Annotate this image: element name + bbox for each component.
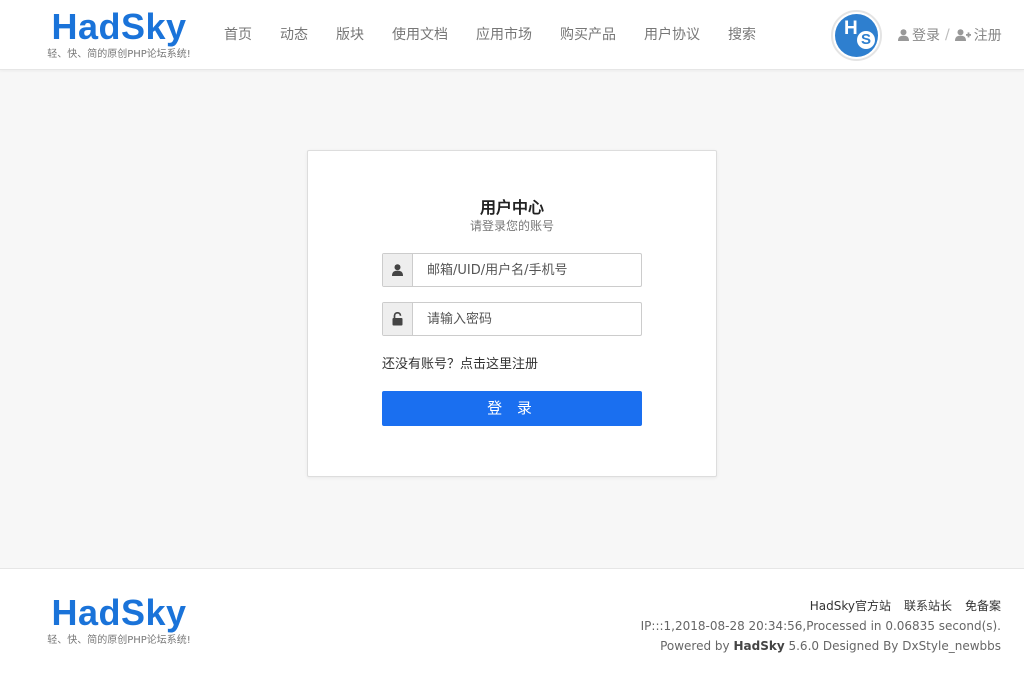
register-prompt: 还没有账号？点击这里注册 bbox=[382, 353, 538, 372]
login-card: 用户中心 请登录您的账号 还没有账号？点击这里注册 登 录 bbox=[307, 150, 717, 477]
register-here-link[interactable]: 点击这里注册 bbox=[460, 357, 538, 372]
username-input[interactable] bbox=[413, 254, 641, 286]
password-input[interactable] bbox=[413, 303, 641, 335]
footer-logo[interactable]: HadSky 轻、快、简的原创PHP论坛系统! bbox=[39, 594, 199, 648]
avatar-letter-h: H bbox=[844, 18, 858, 39]
footer-powered: Powered by HadSky 5.6.0 Designed By DxSt… bbox=[641, 636, 1001, 656]
login-button[interactable]: 登 录 bbox=[382, 391, 642, 426]
password-field bbox=[382, 302, 642, 336]
user-plus-icon bbox=[954, 29, 971, 41]
user-icon bbox=[383, 254, 413, 286]
unlock-icon bbox=[383, 303, 413, 335]
username-field bbox=[382, 253, 642, 287]
main-nav: 首页 动态 版块 使用文档 应用市场 购买产品 用户协议 搜索 bbox=[210, 0, 770, 70]
user-links: 登录 / 注册 bbox=[898, 0, 1002, 70]
powered-brand-link[interactable]: HadSky bbox=[733, 639, 784, 653]
card-title: 用户中心 bbox=[479, 198, 544, 217]
powered-prefix: Powered by bbox=[660, 639, 730, 653]
avatar-letter-s: S bbox=[857, 31, 875, 49]
nav-item-agreement[interactable]: 用户协议 bbox=[630, 0, 714, 70]
card-subtitle: 请登录您的账号 bbox=[469, 219, 554, 233]
footer-link-contact[interactable]: 联系站长 bbox=[904, 596, 952, 616]
footer-info: HadSky官方站 联系站长 免备案 IP:::1,2018-08-28 20:… bbox=[641, 596, 1001, 656]
login-link-label: 登录 bbox=[912, 28, 940, 44]
nav-item-home[interactable]: 首页 bbox=[210, 0, 266, 70]
logo-slogan: 轻、快、简的原创PHP论坛系统! bbox=[47, 49, 191, 60]
user-icon bbox=[898, 29, 909, 41]
footer-link-official[interactable]: HadSky官方站 bbox=[810, 596, 891, 616]
footer-logo-slogan: 轻、快、简的原创PHP论坛系统! bbox=[47, 635, 191, 646]
footer-logo-text: HadSky bbox=[51, 592, 187, 633]
register-link[interactable]: 注册 bbox=[954, 25, 1002, 45]
site-logo[interactable]: HadSky 轻、快、简的原创PHP论坛系统! bbox=[39, 8, 199, 62]
top-header: HadSky 轻、快、简的原创PHP论坛系统! 首页 动态 版块 使用文档 应用… bbox=[0, 0, 1024, 70]
footer-links: HadSky官方站 联系站长 免备案 bbox=[641, 596, 1001, 616]
nav-item-app-market[interactable]: 应用市场 bbox=[462, 0, 546, 70]
no-account-text: 还没有账号？ bbox=[382, 357, 461, 372]
avatar[interactable]: H S bbox=[831, 10, 882, 61]
login-link[interactable]: 登录 bbox=[898, 25, 940, 45]
nav-item-search[interactable]: 搜索 bbox=[714, 0, 770, 70]
logo-text: HadSky bbox=[51, 6, 187, 47]
nav-item-buy[interactable]: 购买产品 bbox=[546, 0, 630, 70]
avatar-logo-icon: H S bbox=[835, 14, 878, 57]
powered-suffix: 5.6.0 Designed By DxStyle_newbbs bbox=[788, 639, 1001, 653]
footer-link-icp[interactable]: 免备案 bbox=[965, 596, 1001, 616]
nav-item-activity[interactable]: 动态 bbox=[266, 0, 322, 70]
link-separator: / bbox=[945, 27, 950, 43]
nav-item-boards[interactable]: 版块 bbox=[322, 0, 378, 70]
footer: HadSky 轻、快、简的原创PHP论坛系统! HadSky官方站 联系站长 免… bbox=[0, 568, 1024, 674]
register-link-label: 注册 bbox=[973, 28, 1002, 44]
footer-stats: IP:::1,2018-08-28 20:34:56,Processed in … bbox=[640, 619, 1001, 633]
nav-item-docs[interactable]: 使用文档 bbox=[378, 0, 462, 70]
